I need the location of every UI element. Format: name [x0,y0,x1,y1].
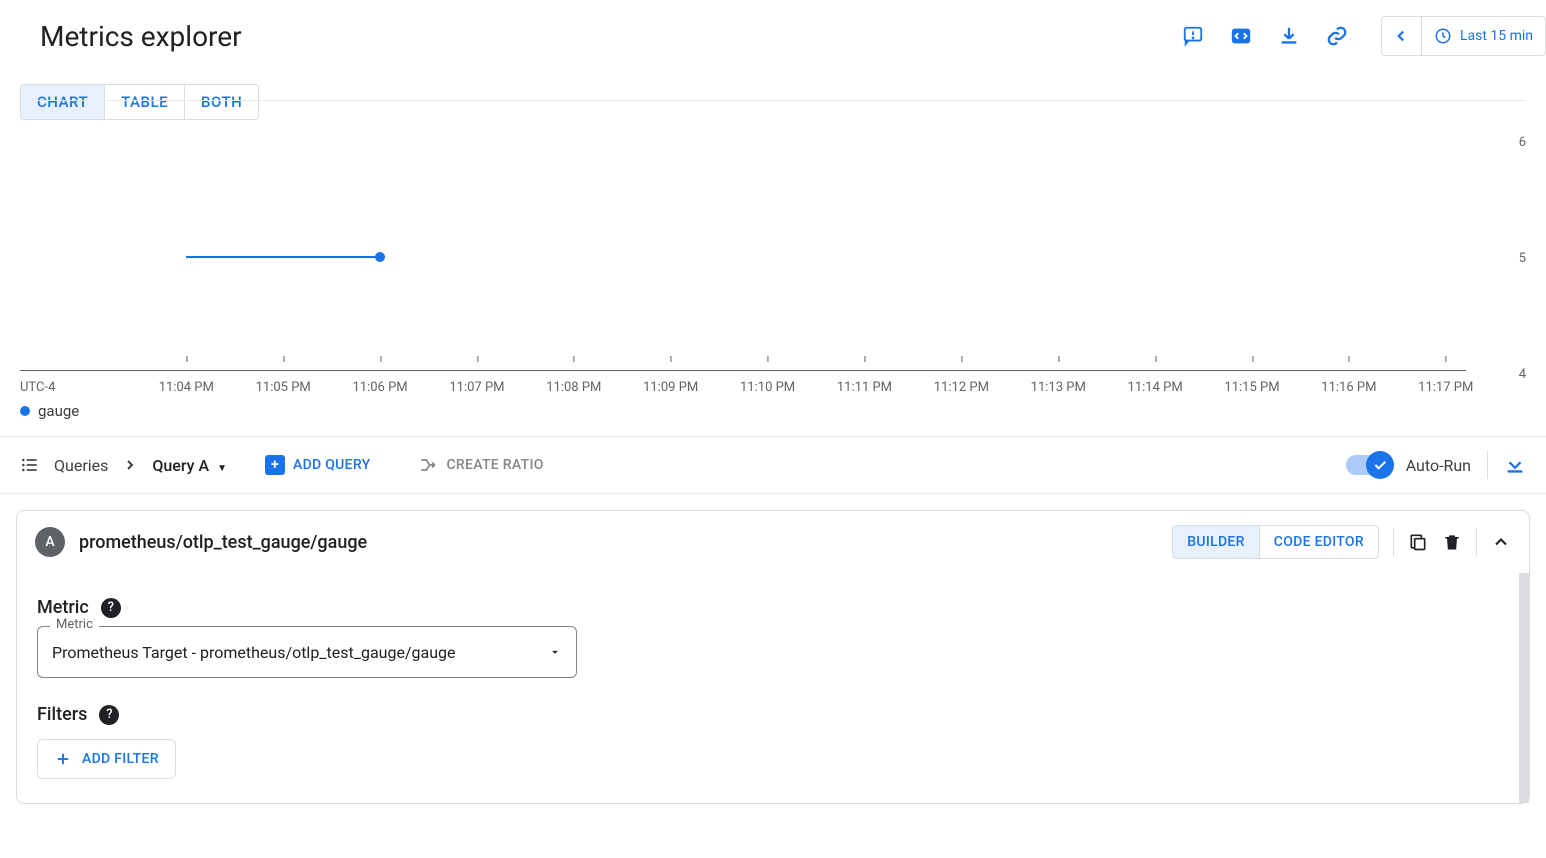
x-tick: 11:10 PM [740,380,795,395]
x-tick: 11:04 PM [159,380,214,395]
query-panel-header: A prometheus/otlp_test_gauge/gauge BUILD… [17,511,1529,573]
check-icon [1372,457,1388,473]
x-tick: 11:13 PM [1031,380,1086,395]
query-panels: A prometheus/otlp_test_gauge/gauge BUILD… [0,494,1546,820]
plus-icon [54,750,72,768]
clock-icon [1434,27,1452,45]
auto-run-toggle[interactable] [1346,455,1390,475]
help-icon[interactable]: ? [99,705,119,725]
create-ratio-button[interactable]: CREATE RATIO [418,455,543,475]
x-tick: 11:11 PM [837,380,892,395]
copy-icon[interactable] [1408,532,1428,552]
collapse-icon[interactable] [1491,532,1511,552]
link-icon[interactable] [1325,24,1349,48]
add-filter-button[interactable]: ADD FILTER [37,739,176,779]
chart-legend: gauge [20,402,1546,420]
x-tick: 11:07 PM [449,380,504,395]
series-line [186,256,380,258]
time-controls: Last 15 min [1381,16,1546,56]
download-icon[interactable] [1277,24,1301,48]
y-tick: 5 [1476,251,1526,266]
y-tick: 4 [1476,367,1526,382]
query-toolbar: Queries Query A ▼ + ADD QUERY CREATE RAT… [0,436,1546,494]
collapse-down-icon[interactable] [1504,454,1526,476]
current-query-dropdown[interactable]: Query A ▼ [152,456,227,475]
auto-run-label: Auto-Run [1406,456,1471,475]
query-panel-body: Metric ? Metric Prometheus Target - prom… [17,573,1529,803]
x-tick: 11:15 PM [1224,380,1279,395]
x-axis [20,370,1466,371]
header: Metrics explorer Last 15 min [0,0,1546,72]
plus-icon: + [265,455,285,475]
x-tick: 11:05 PM [256,380,311,395]
time-range-picker[interactable]: Last 15 min [1422,27,1545,45]
query-metric-title: prometheus/otlp_test_gauge/gauge [79,532,1158,553]
series-point[interactable] [375,252,385,262]
timezone-label: UTC-4 [20,380,55,395]
time-range-label: Last 15 min [1460,28,1533,44]
help-icon[interactable]: ? [101,598,121,618]
x-tick: 11:06 PM [352,380,407,395]
metric-select[interactable]: Metric Prometheus Target - prometheus/ot… [37,626,577,678]
x-tick: 11:08 PM [546,380,601,395]
queries-label[interactable]: Queries [54,456,108,475]
page-title: Metrics explorer [40,20,242,53]
query-badge: A [35,527,65,557]
x-tick: 11:09 PM [643,380,698,395]
metric-value: Prometheus Target - prometheus/otlp_test… [52,643,548,662]
header-actions: Last 15 min [1181,16,1546,56]
feedback-icon[interactable] [1181,24,1205,48]
merge-icon [418,455,438,475]
chart-area: 6 5 4 UTC-4 11:04 PM 11:05 PM 11:06 PM 1… [20,100,1526,370]
query-panel-a: A prometheus/otlp_test_gauge/gauge BUILD… [16,510,1530,804]
add-query-button[interactable]: + ADD QUERY [265,455,371,475]
x-tick: 11:14 PM [1128,380,1183,395]
x-tick: 11:17 PM [1418,380,1473,395]
builder-tab[interactable]: BUILDER [1173,526,1260,558]
metric-field-label: Metric [50,617,99,632]
metric-section-label: Metric ? [37,597,1499,618]
code-icon[interactable] [1229,24,1253,48]
time-prev-button[interactable] [1382,17,1422,55]
dropdown-icon [548,645,562,659]
delete-icon[interactable] [1442,532,1462,552]
y-tick: 6 [1476,135,1526,150]
query-mode-tabs: BUILDER CODE EDITOR [1172,525,1379,559]
filters-section-label: Filters ? [37,704,1499,725]
chart-plot[interactable]: 6 5 4 UTC-4 11:04 PM 11:05 PM 11:06 PM 1… [20,141,1466,371]
legend-label: gauge [38,402,79,420]
x-tick: 11:16 PM [1321,380,1376,395]
legend-color-dot [20,406,30,416]
x-tick: 11:12 PM [934,380,989,395]
code-editor-tab[interactable]: CODE EDITOR [1260,526,1378,558]
list-icon [20,455,40,475]
chevron-right-icon [122,457,138,473]
